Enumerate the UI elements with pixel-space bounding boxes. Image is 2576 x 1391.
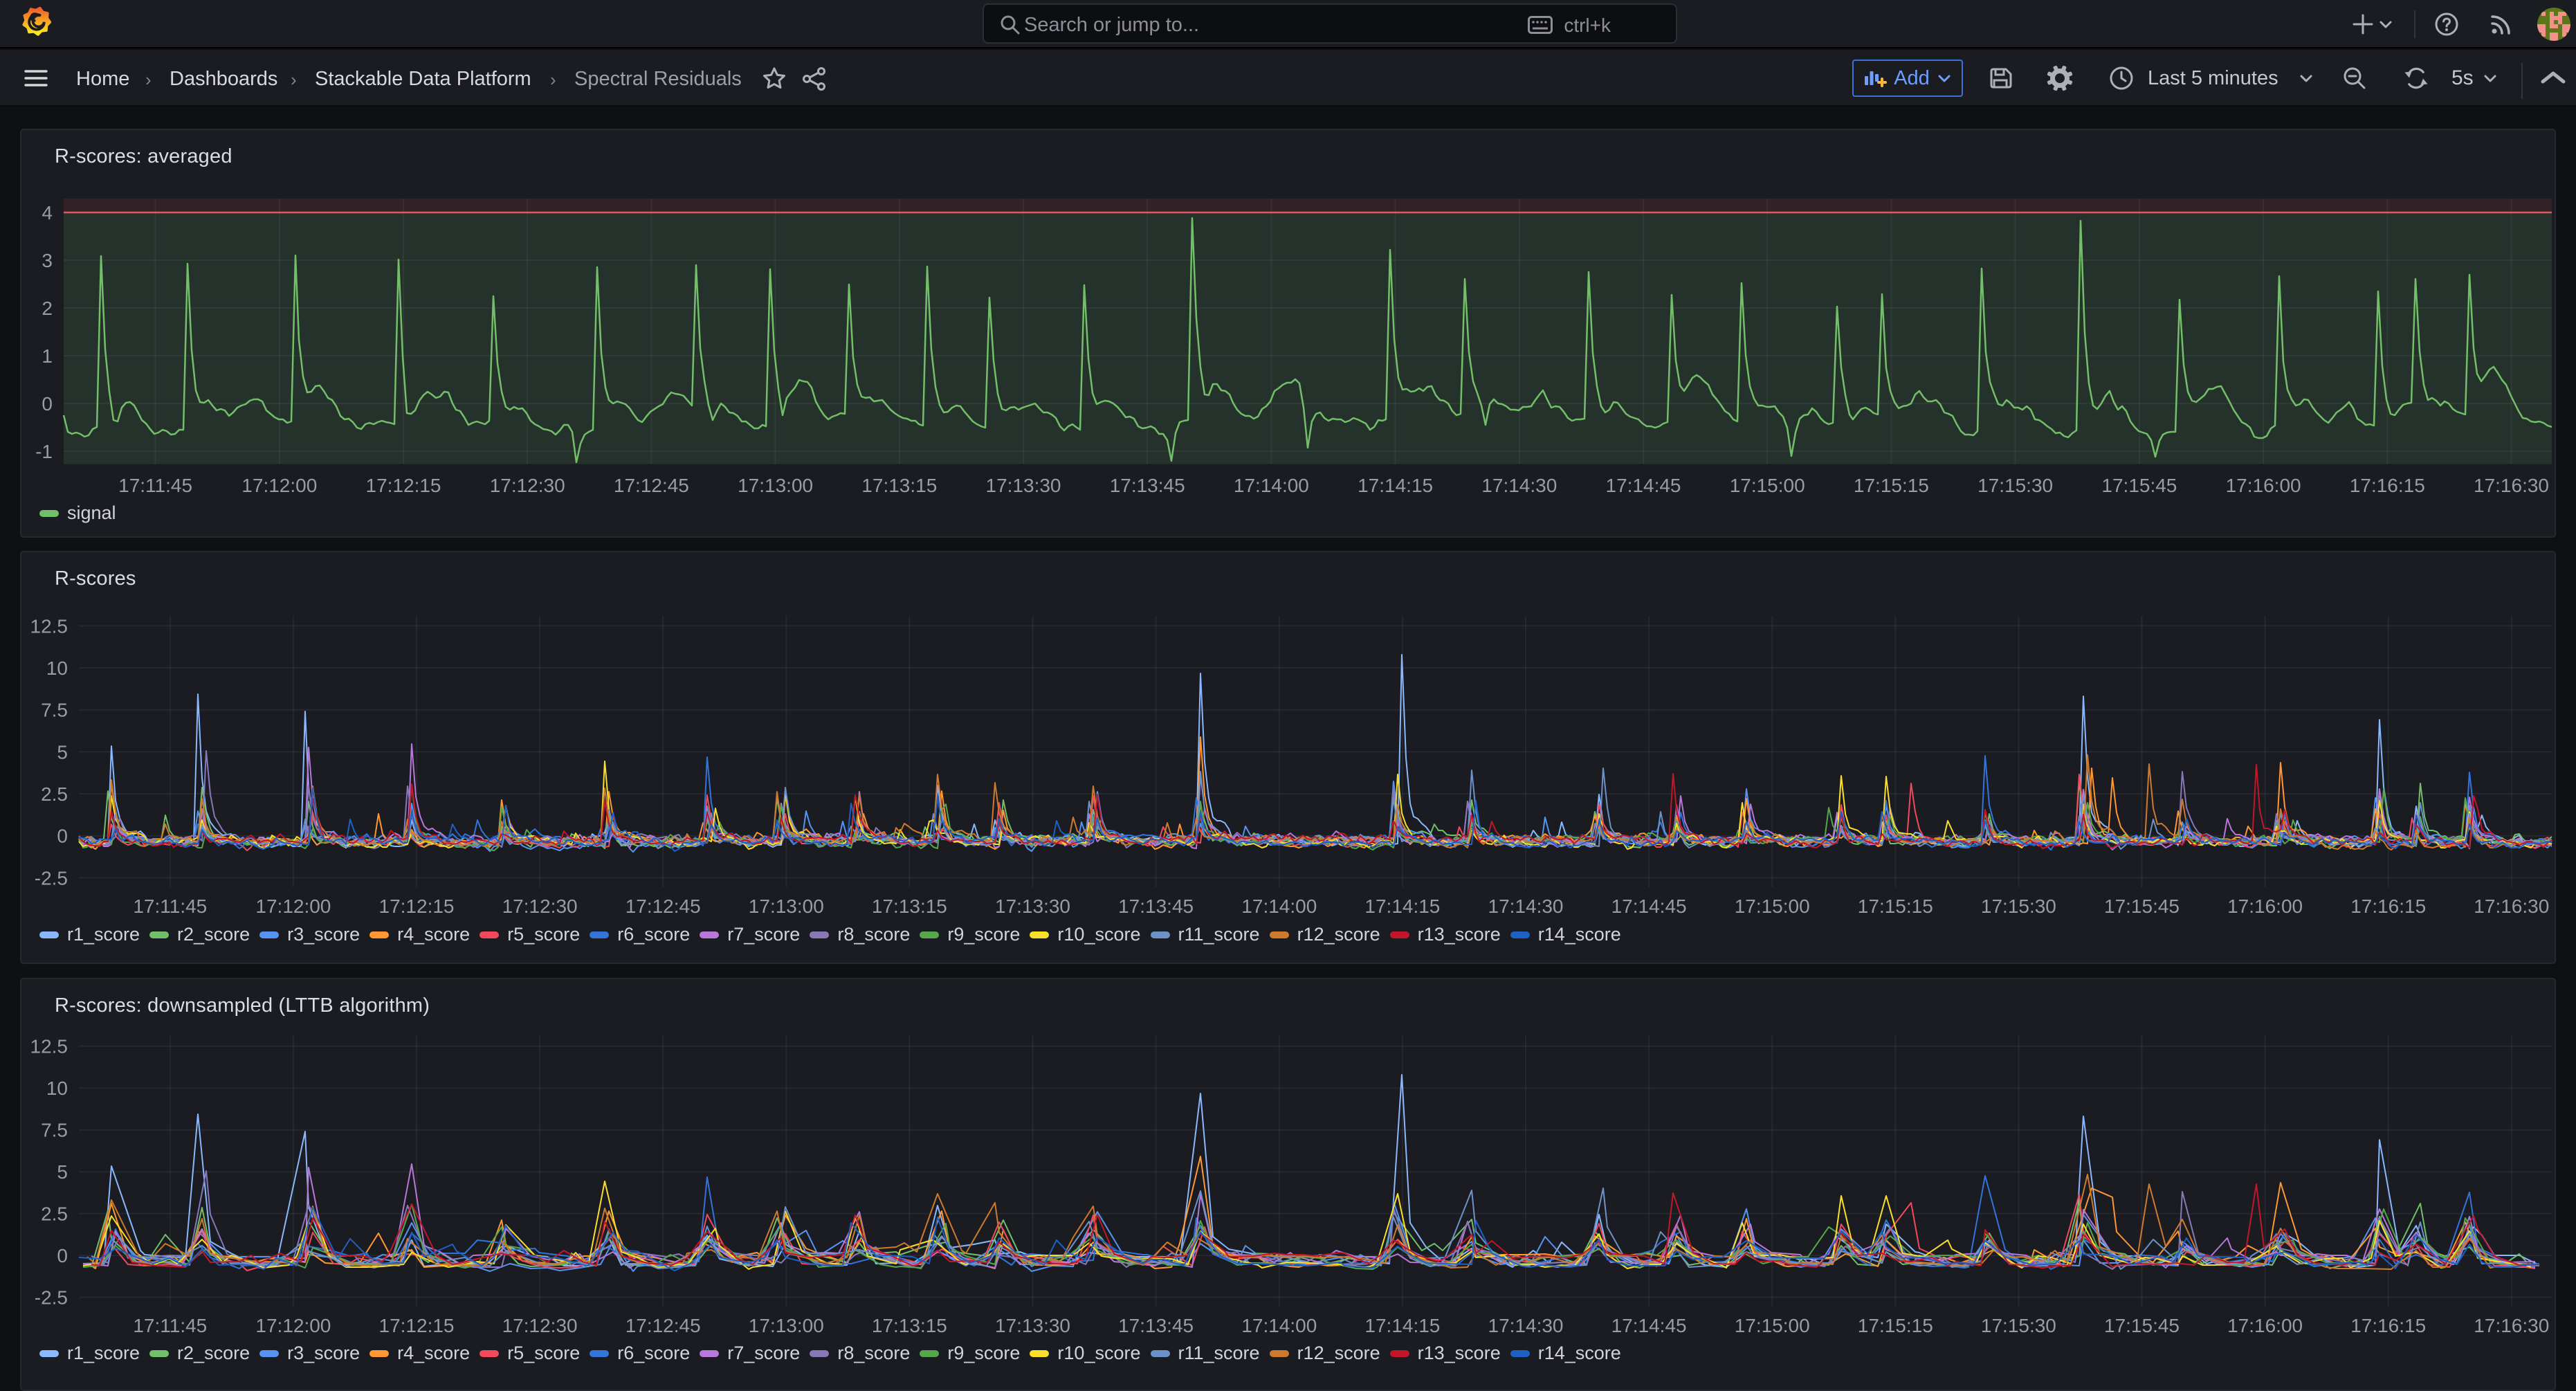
svg-text:17:14:00: 17:14:00 bbox=[1234, 475, 1309, 496]
svg-text:4: 4 bbox=[42, 202, 53, 224]
svg-text:7.5: 7.5 bbox=[41, 700, 68, 721]
svg-text:17:12:45: 17:12:45 bbox=[625, 895, 701, 917]
svg-text:1: 1 bbox=[42, 345, 53, 367]
svg-text:3: 3 bbox=[42, 250, 53, 271]
svg-text:17:15:45: 17:15:45 bbox=[2104, 895, 2180, 917]
svg-text:17:15:00: 17:15:00 bbox=[1735, 895, 1810, 917]
svg-text:17:16:30: 17:16:30 bbox=[2474, 1315, 2549, 1336]
svg-text:17:12:45: 17:12:45 bbox=[625, 1315, 701, 1336]
svg-text:17:14:45: 17:14:45 bbox=[1606, 475, 1681, 496]
svg-text:-2.5: -2.5 bbox=[35, 1287, 68, 1309]
svg-text:17:14:45: 17:14:45 bbox=[1611, 895, 1687, 917]
svg-text:17:12:45: 17:12:45 bbox=[614, 475, 689, 496]
svg-text:17:15:30: 17:15:30 bbox=[1981, 1315, 2056, 1336]
svg-text:5: 5 bbox=[57, 741, 68, 763]
svg-text:2.5: 2.5 bbox=[41, 783, 68, 805]
svg-text:17:12:15: 17:12:15 bbox=[379, 1315, 455, 1336]
svg-text:17:16:00: 17:16:00 bbox=[2227, 895, 2303, 917]
svg-text:17:14:15: 17:14:15 bbox=[1364, 1315, 1440, 1336]
svg-text:17:15:00: 17:15:00 bbox=[1730, 475, 1805, 496]
svg-text:17:15:45: 17:15:45 bbox=[2104, 1315, 2180, 1336]
svg-text:17:15:15: 17:15:15 bbox=[1854, 475, 1929, 496]
svg-text:17:13:00: 17:13:00 bbox=[749, 895, 824, 917]
svg-text:17:13:45: 17:13:45 bbox=[1118, 1315, 1194, 1336]
svg-text:17:12:00: 17:12:00 bbox=[255, 895, 331, 917]
svg-text:5: 5 bbox=[57, 1161, 68, 1183]
svg-text:17:14:45: 17:14:45 bbox=[1611, 1315, 1687, 1336]
svg-text:17:14:00: 17:14:00 bbox=[1241, 895, 1317, 917]
svg-text:17:16:30: 17:16:30 bbox=[2474, 895, 2549, 917]
svg-text:10: 10 bbox=[46, 1078, 68, 1099]
svg-text:17:13:00: 17:13:00 bbox=[749, 1315, 824, 1336]
svg-text:17:13:30: 17:13:30 bbox=[995, 1315, 1070, 1336]
svg-text:12.5: 12.5 bbox=[30, 615, 68, 637]
svg-text:17:11:45: 17:11:45 bbox=[133, 1315, 207, 1336]
svg-text:17:15:30: 17:15:30 bbox=[1981, 895, 2056, 917]
svg-text:7.5: 7.5 bbox=[41, 1120, 68, 1141]
svg-text:12.5: 12.5 bbox=[30, 1036, 68, 1057]
svg-text:-2.5: -2.5 bbox=[35, 867, 68, 889]
svg-text:17:14:30: 17:14:30 bbox=[1488, 895, 1564, 917]
svg-text:17:12:30: 17:12:30 bbox=[502, 1315, 578, 1336]
svg-text:17:11:45: 17:11:45 bbox=[133, 895, 207, 917]
svg-text:17:15:15: 17:15:15 bbox=[1858, 1315, 1933, 1336]
svg-text:17:13:45: 17:13:45 bbox=[1110, 475, 1185, 496]
svg-text:17:13:30: 17:13:30 bbox=[995, 895, 1070, 917]
svg-text:17:12:00: 17:12:00 bbox=[241, 475, 317, 496]
svg-text:0: 0 bbox=[42, 393, 53, 415]
svg-text:17:13:15: 17:13:15 bbox=[861, 475, 937, 496]
svg-text:17:15:45: 17:15:45 bbox=[2101, 475, 2177, 496]
svg-text:17:15:30: 17:15:30 bbox=[1977, 475, 2053, 496]
svg-text:17:13:00: 17:13:00 bbox=[738, 475, 813, 496]
svg-text:17:14:30: 17:14:30 bbox=[1488, 1315, 1564, 1336]
svg-text:17:12:30: 17:12:30 bbox=[502, 895, 578, 917]
svg-text:17:16:15: 17:16:15 bbox=[2350, 1315, 2426, 1336]
svg-text:17:13:45: 17:13:45 bbox=[1118, 895, 1194, 917]
svg-text:17:12:15: 17:12:15 bbox=[379, 895, 455, 917]
svg-text:17:16:00: 17:16:00 bbox=[2227, 1315, 2303, 1336]
svg-text:0: 0 bbox=[57, 826, 68, 847]
svg-text:17:15:00: 17:15:00 bbox=[1735, 1315, 1810, 1336]
svg-text:17:13:15: 17:13:15 bbox=[872, 1315, 947, 1336]
svg-text:17:16:15: 17:16:15 bbox=[2350, 895, 2426, 917]
svg-text:17:12:00: 17:12:00 bbox=[255, 1315, 331, 1336]
svg-text:17:13:15: 17:13:15 bbox=[872, 895, 947, 917]
svg-text:17:14:30: 17:14:30 bbox=[1481, 475, 1557, 496]
svg-text:-1: -1 bbox=[35, 441, 53, 462]
svg-text:17:15:15: 17:15:15 bbox=[1858, 895, 1933, 917]
svg-text:17:11:45: 17:11:45 bbox=[118, 475, 192, 496]
svg-text:10: 10 bbox=[46, 657, 68, 679]
svg-text:17:16:15: 17:16:15 bbox=[2350, 475, 2425, 496]
svg-text:17:13:30: 17:13:30 bbox=[986, 475, 1061, 496]
svg-text:17:14:00: 17:14:00 bbox=[1241, 1315, 1317, 1336]
svg-text:2.5: 2.5 bbox=[41, 1203, 68, 1225]
svg-text:17:16:30: 17:16:30 bbox=[2474, 475, 2549, 496]
svg-text:17:14:15: 17:14:15 bbox=[1358, 475, 1433, 496]
svg-text:17:14:15: 17:14:15 bbox=[1364, 895, 1440, 917]
svg-text:2: 2 bbox=[42, 298, 53, 319]
svg-text:17:12:30: 17:12:30 bbox=[490, 475, 565, 496]
svg-text:0: 0 bbox=[57, 1245, 68, 1266]
svg-text:17:12:15: 17:12:15 bbox=[366, 475, 441, 496]
svg-text:17:16:00: 17:16:00 bbox=[2226, 475, 2301, 496]
